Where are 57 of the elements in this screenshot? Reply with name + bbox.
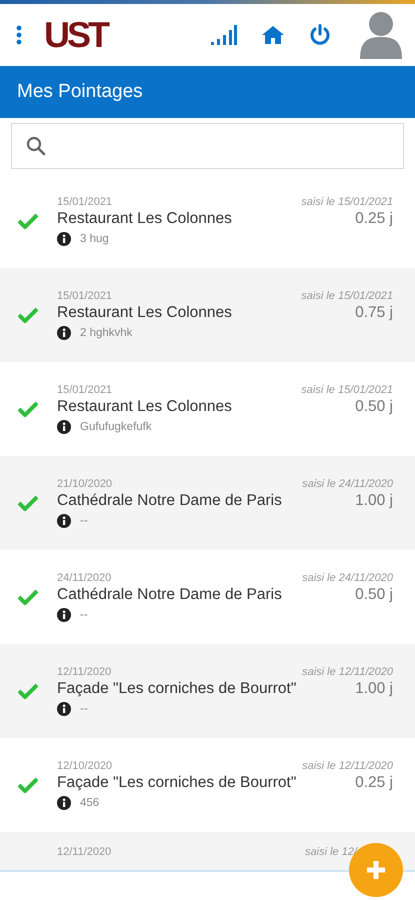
power-icon[interactable] bbox=[309, 24, 331, 46]
info-icon bbox=[57, 702, 71, 716]
home-icon[interactable] bbox=[261, 25, 285, 45]
entry-site: Cathédrale Notre Dame de Paris bbox=[57, 586, 282, 604]
page-title: Mes Pointages bbox=[17, 81, 143, 103]
info-icon bbox=[57, 420, 71, 434]
entry-days: 1.00 j bbox=[355, 492, 393, 510]
entry-saved-date: saisi le 15/01/2021 bbox=[301, 196, 393, 208]
entry-note: 456 bbox=[80, 797, 100, 809]
entry-days: 0.50 j bbox=[355, 586, 393, 604]
avatar-icon[interactable] bbox=[359, 10, 403, 60]
entry-saved-date: saisi le 15/01/2021 bbox=[301, 384, 393, 396]
entry-site: Cathédrale Notre Dame de Paris bbox=[57, 492, 282, 510]
entry-saved-date: saisi le 12/11/2020 bbox=[302, 760, 393, 772]
info-icon bbox=[57, 232, 71, 246]
entry-site: Restaurant Les Colonnes bbox=[57, 398, 232, 416]
entry-site: Façade "Les corniches de Bourrot" bbox=[57, 774, 296, 792]
entry-days: 0.25 j bbox=[355, 774, 393, 792]
entry-date: 21/10/2020 bbox=[57, 478, 112, 490]
entry-days: 1.00 j bbox=[355, 680, 393, 698]
entry-site: Façade "Les corniches de Bourrot" bbox=[57, 680, 296, 698]
entry-days: 0.50 j bbox=[355, 398, 393, 416]
entry-date: 15/01/2021 bbox=[57, 290, 112, 302]
entry-site: Restaurant Les Colonnes bbox=[57, 210, 232, 228]
signal-icon[interactable] bbox=[211, 24, 237, 46]
info-icon bbox=[57, 796, 71, 810]
entry-date: 12/11/2020 bbox=[57, 666, 112, 678]
info-icon bbox=[57, 514, 71, 528]
entry-note: 3 hug bbox=[80, 233, 109, 245]
info-icon bbox=[57, 608, 71, 622]
entry-date: 24/11/2020 bbox=[57, 572, 112, 584]
entry-date: 12/10/2020 bbox=[57, 760, 112, 772]
entry-date: 15/01/2021 bbox=[57, 196, 112, 208]
entry-row[interactable]: 21/10/2020 saisi le 24/11/2020 Cathédrale Notre Dame de Paris 1.00 j -- bbox=[0, 456, 415, 550]
entry-saved-date: saisi le 24/11/2020 bbox=[302, 572, 393, 584]
plus-icon bbox=[366, 860, 386, 880]
entry-date: 12/11/2020 bbox=[57, 846, 112, 858]
entry-note: -- bbox=[80, 515, 88, 527]
entry-saved-date: saisi le 15/01/2021 bbox=[301, 290, 393, 302]
entry-days: 0.25 j bbox=[355, 210, 393, 228]
logo: UST bbox=[44, 17, 107, 53]
entry-row[interactable]: 15/01/2021 saisi le 15/01/2021 Restaurant Les Colonnes 0.75 j 2 hghkvhk bbox=[0, 268, 415, 362]
search-icon bbox=[26, 136, 46, 156]
entry-date: 15/01/2021 bbox=[57, 384, 112, 396]
entry-saved-date: saisi le 24/11/2020 bbox=[302, 478, 393, 490]
menu-icon[interactable] bbox=[16, 25, 22, 45]
entry-saved-date: saisi le 12/11/2020 bbox=[302, 666, 393, 678]
search-field[interactable] bbox=[11, 123, 404, 169]
entry-row[interactable]: 12/11/2020 saisi le 12/11/2020 Façade "Les corniches de Bourrot" 1.00 j -- bbox=[0, 644, 415, 738]
entry-saved-date: saisi le 12/ bbox=[305, 846, 357, 858]
info-icon bbox=[57, 326, 71, 340]
entry-note: -- bbox=[80, 609, 88, 621]
entry-note: 2 hghkvhk bbox=[80, 327, 132, 339]
entry-note: -- bbox=[80, 703, 88, 715]
entry-note: Gufufugkefufk bbox=[80, 421, 152, 433]
entry-days: 0.75 j bbox=[355, 304, 393, 322]
entry-site: Restaurant Les Colonnes bbox=[57, 304, 232, 322]
